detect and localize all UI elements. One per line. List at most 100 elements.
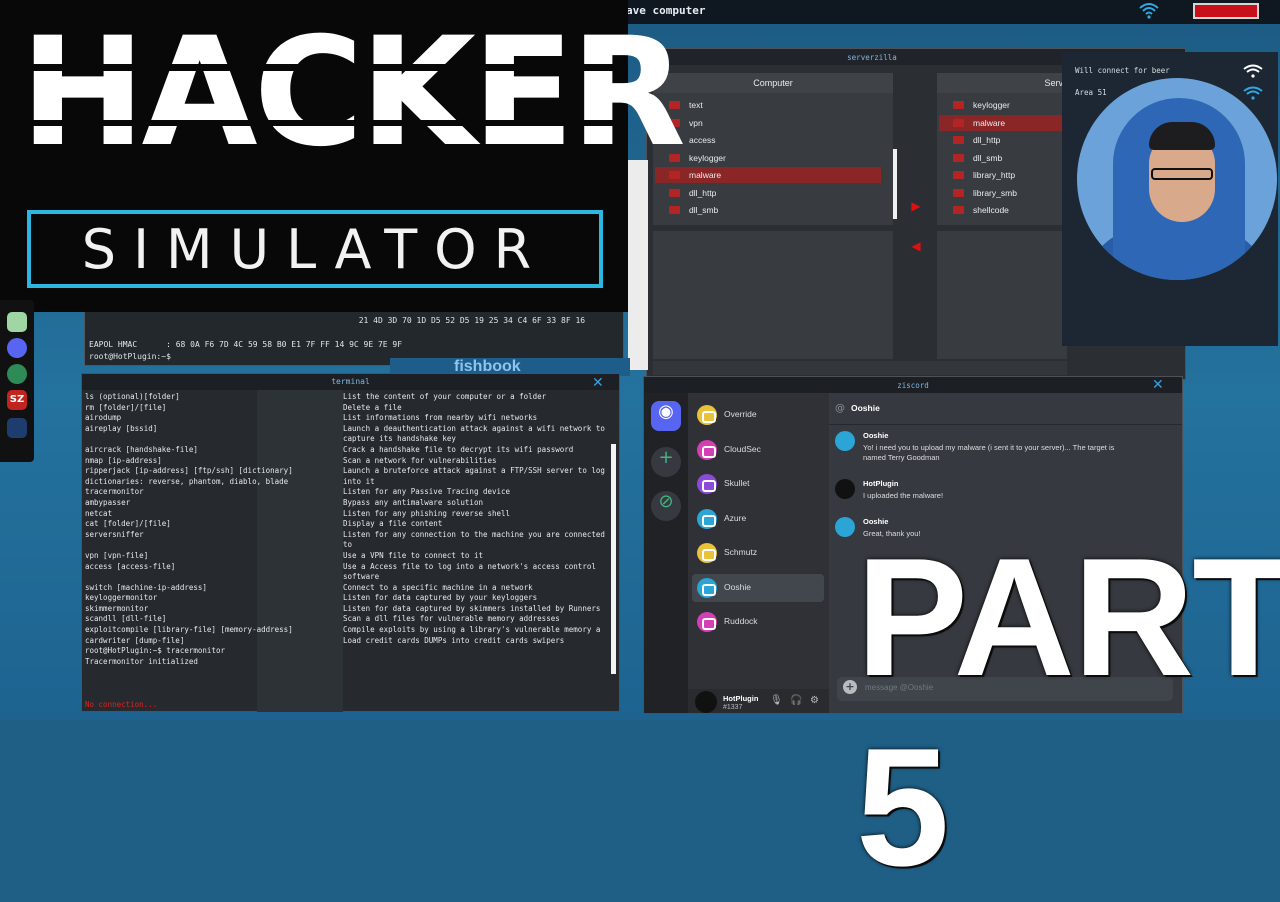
file-item[interactable]: malware	[655, 167, 881, 183]
avatar[interactable]	[835, 517, 855, 537]
terminal-command: cardwriter [dump-file]	[85, 635, 185, 645]
network-name-2: Area 51	[1075, 88, 1107, 97]
file-item[interactable]: shellcode	[939, 202, 1065, 218]
ziscord-icon[interactable]	[7, 338, 27, 358]
wifi-icon[interactable]	[1139, 2, 1159, 20]
file-item[interactable]: dll_http	[655, 185, 881, 201]
attach-plus-icon[interactable]: +	[843, 680, 857, 694]
message-author[interactable]: HotPlugin	[863, 479, 898, 488]
file-item[interactable]: library_smb	[939, 185, 1065, 201]
terminal-command: keyloggermonitor	[85, 593, 158, 603]
dm-item-cloudsec[interactable]: CloudSec	[692, 436, 824, 464]
file-item[interactable]: access	[655, 132, 881, 148]
avatar	[697, 543, 717, 563]
file-item[interactable]: malware	[939, 114, 1065, 131]
user-tag: #1337	[723, 704, 743, 711]
file-item[interactable]: dll_http	[939, 132, 1065, 148]
file-name: library_smb	[973, 187, 1017, 198]
file-item[interactable]: dll_smb	[655, 202, 881, 218]
server-pane[interactable]: Serv keylogger malware dll_http dll_smb libr…	[937, 73, 1067, 225]
explore-icon[interactable]: ⊘	[651, 491, 681, 521]
terminal-line: exploitcompile [library-file] [memory-ad…	[85, 625, 615, 636]
terminal-command-description: Delete a file	[343, 402, 402, 412]
terminal-command-description: Listen for data captured by skimmers ins…	[343, 603, 601, 613]
upload-arrow-button[interactable]: ▶	[907, 197, 925, 215]
dm-item-skullet[interactable]: Skullet	[692, 470, 824, 498]
gear-icon[interactable]: ⚙	[810, 695, 819, 706]
dm-item-schmutz[interactable]: Schmutz	[692, 539, 824, 567]
terminal-command: airodump	[85, 413, 122, 423]
terminal-line: nmap [ip-address] Scan a network for vuln…	[85, 456, 615, 467]
file-item[interactable]: vpn	[655, 115, 881, 131]
dm-item-override[interactable]: Override	[692, 401, 824, 429]
computer-pane-scrollbar[interactable]	[893, 149, 897, 219]
file-item[interactable]: library_http	[939, 167, 1065, 183]
file-name: dll_smb	[689, 205, 719, 215]
computer-pane-header: Computer	[653, 73, 893, 93]
file-item[interactable]: keylogger	[939, 97, 1065, 113]
terminal-command-description: Scan a network for vulnerabilities	[343, 455, 497, 465]
avatar	[697, 405, 717, 425]
serverzilla-icon[interactable]: SZ	[7, 390, 27, 410]
terminal-line: Tracermonitor initialized	[85, 657, 615, 668]
terminal-command: nmap [ip-address]	[85, 455, 162, 465]
terminal-line: scandll [dll-file] Scan a dll files for v…	[85, 614, 615, 625]
avatar[interactable]	[695, 691, 717, 713]
terminal-command-description: Use a VPN file to connect to it	[343, 550, 483, 560]
wave-icon[interactable]	[7, 418, 27, 438]
terminal-output[interactable]: ls (optional)[folder] List the content of…	[85, 392, 615, 667]
terminal-command-description: List the content of your computer or a f…	[343, 392, 547, 401]
terminal-command-description: Use a Access file to log into a network'…	[343, 561, 596, 582]
microphone-icon[interactable]: 🎙	[770, 695, 783, 706]
serverzilla-title: serverzilla	[847, 53, 897, 62]
folder-icon	[953, 101, 964, 109]
avatar	[697, 612, 717, 632]
download-arrow-button[interactable]: ◀	[907, 237, 925, 255]
file-name: vpn	[689, 117, 703, 128]
ziscord-titlebar[interactable]: ziscord ✕	[644, 377, 1182, 393]
file-item[interactable]: text	[655, 97, 881, 113]
avatar[interactable]	[835, 479, 855, 499]
message-author[interactable]: Ooshie	[863, 431, 888, 440]
close-icon[interactable]: ✕	[592, 375, 604, 391]
dm-item-ooshie[interactable]: Ooshie	[692, 573, 824, 602]
terminal-line: airodump List informations from nearby wi…	[85, 413, 615, 424]
chat-header: @ Ooshie	[829, 393, 1182, 425]
at-icon: @	[835, 403, 845, 414]
connection-status: No connection...	[85, 700, 158, 709]
files-icon[interactable]	[7, 312, 27, 332]
dm-item-ruddock[interactable]: Ruddock	[692, 608, 824, 636]
game-logo: HACKER SIMULATOR	[0, 0, 686, 312]
user-name: HotPlugin	[723, 694, 759, 703]
terminal-titlebar[interactable]: terminal ✕	[82, 374, 619, 391]
file-item[interactable]: dll_smb	[939, 150, 1065, 166]
terminal-command-description: Listen for any Passive Tracing device	[343, 487, 511, 497]
terminal-command: skimmermonitor	[85, 603, 149, 613]
terminal-command: netcat	[85, 508, 113, 518]
terminal-command: Tracermonitor initialized	[85, 656, 198, 666]
file-name: keylogger	[973, 100, 1010, 110]
terminal-command-description: List informations from nearby wifi netwo…	[343, 413, 538, 423]
file-item[interactable]: keylogger	[655, 150, 881, 166]
logo-glitch-stripe	[0, 64, 628, 71]
terminal-scrollbar[interactable]	[611, 444, 616, 674]
avatar[interactable]	[835, 431, 855, 451]
battery-indicator	[1193, 3, 1259, 19]
chat-message: HotPlugin I uploaded the malware!	[835, 479, 1175, 513]
terminal-command: scandll [dll-file]	[85, 614, 167, 624]
headphones-icon[interactable]: 🎧	[790, 695, 802, 706]
dm-item-azure[interactable]: Azure	[692, 505, 824, 533]
terminal-command: cat [folder]/[file]	[85, 519, 171, 529]
app-dock: SZ	[0, 300, 34, 462]
add-server-icon[interactable]: +	[651, 447, 681, 477]
home-icon[interactable]: ◉	[651, 401, 681, 431]
terminal-command: access [access-file]	[85, 561, 176, 571]
folder-icon	[669, 206, 680, 214]
terminal-window: terminal ✕ ls (optional)[folder] List the…	[81, 373, 620, 712]
close-icon[interactable]: ✕	[1152, 377, 1164, 393]
browser-icon[interactable]	[7, 364, 27, 384]
computer-pane[interactable]: Computer text vpn access keylogger malware dl…	[653, 73, 897, 225]
serverzilla-statusbar	[653, 361, 1067, 375]
terminal-command-description: Compile exploits by using a library's vu…	[343, 625, 601, 635]
message-text: Yo! i need you to upload my malware (i s…	[863, 443, 1115, 462]
